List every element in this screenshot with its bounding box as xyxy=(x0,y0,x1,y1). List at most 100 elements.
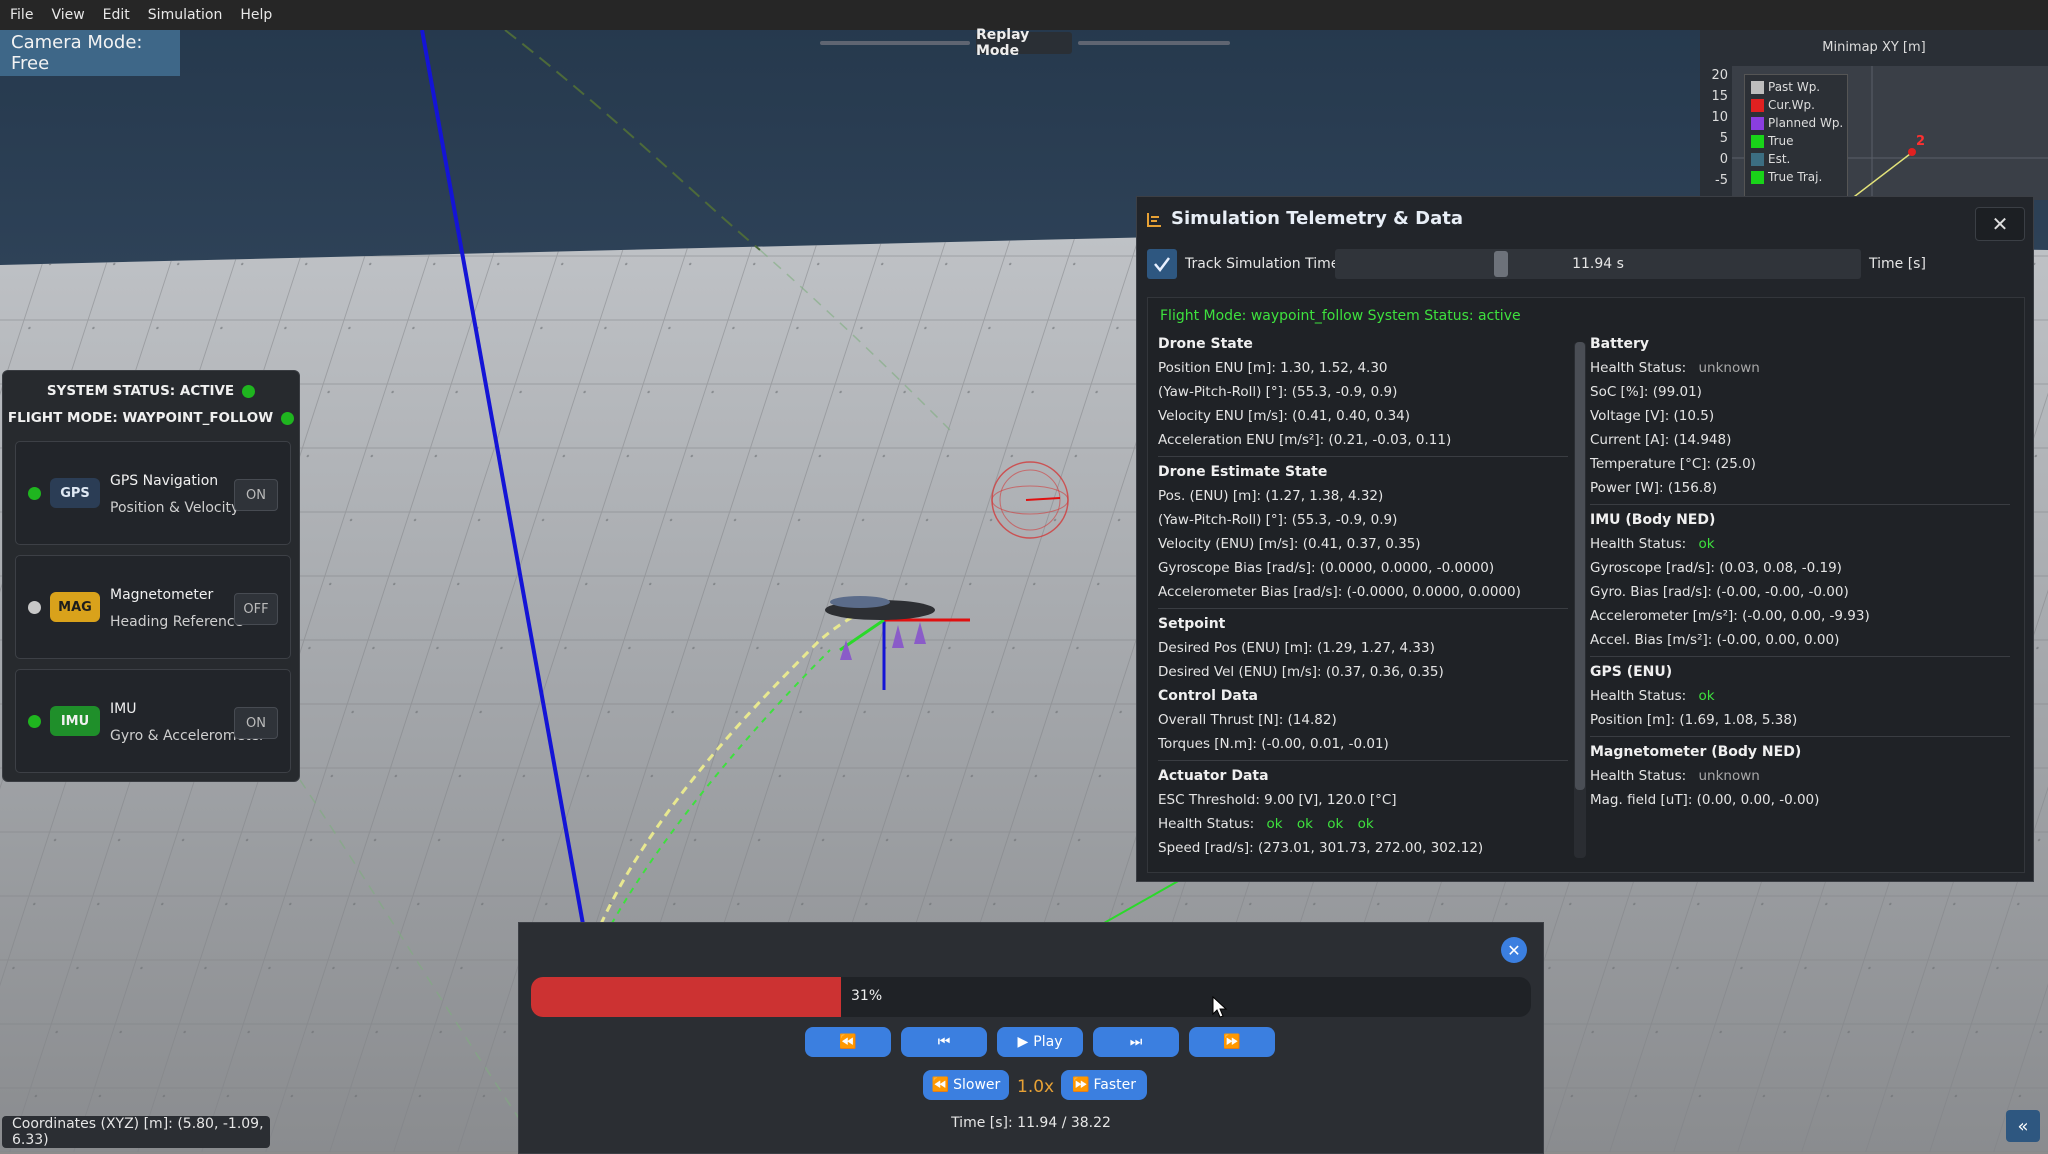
menu-simulation[interactable]: Simulation xyxy=(140,7,231,23)
sensor-toggle-button[interactable]: ON xyxy=(234,707,278,739)
gps-health-label: Health Status: xyxy=(1590,688,1687,704)
sensor-status-indicator xyxy=(28,487,41,500)
faster-icon: ⏩ xyxy=(1072,1077,1090,1093)
divider xyxy=(1158,608,1568,609)
sensor-toggle-button[interactable]: ON xyxy=(234,479,278,511)
menu-view[interactable]: View xyxy=(43,7,92,23)
gps-health-value: ok xyxy=(1698,688,1715,704)
playback-speed: 1.0x xyxy=(1017,1077,1055,1097)
time-slider-value: 11.94 s xyxy=(1572,256,1624,272)
minimap-legend-item: True xyxy=(1751,133,1794,149)
slower-label: Slower xyxy=(953,1077,1001,1093)
track-time-label: Track Simulation Time xyxy=(1185,256,1340,272)
slower-icon: ⏪ xyxy=(931,1077,950,1093)
replay-mode-label: Replay Mode xyxy=(976,27,1072,59)
imu-row: Gyro. Bias [rad/s]: (-0.00, -0.00, -0.00… xyxy=(1590,584,1849,600)
battery-row: Current [A]: (14.948) xyxy=(1590,432,1732,448)
step-forward-icon: ⏭ xyxy=(1129,1034,1143,1050)
replay-close-button[interactable]: ✕ xyxy=(1501,937,1527,963)
play-icon: ▶ xyxy=(1017,1034,1029,1050)
telemetry-scrollbar-thumb[interactable] xyxy=(1575,342,1585,790)
legend-swatch xyxy=(1751,116,1764,130)
drone-state-row: (Yaw-Pitch-Roll) [°]: (55.3, -0.9, 0.9) xyxy=(1158,384,1398,400)
divider xyxy=(1590,504,2010,505)
divider xyxy=(1158,760,1568,761)
menu-file[interactable]: File xyxy=(2,7,41,23)
imu-row: Gyroscope [rad/s]: (0.03, 0.08, -0.19) xyxy=(1590,560,1842,576)
minimap-y-tick: 15 xyxy=(1711,89,1728,104)
flight-mode-status-line: Flight Mode: waypoint_follow System Stat… xyxy=(1160,308,1521,324)
sensor-card-imu: IMU IMU Gyro & Accelerometer ON xyxy=(15,669,291,773)
minimap-waypoint-label: 2 xyxy=(1916,134,1926,149)
legend-label: Cur.Wp. xyxy=(1768,98,1815,112)
drone-estimate-row: Accelerometer Bias [rad/s]: (-0.0000, 0.… xyxy=(1158,584,1521,600)
imu-row: Accelerometer [m/s²]: (-0.00, 0.00, -9.9… xyxy=(1590,608,1870,624)
sensor-toggle-button[interactable]: OFF xyxy=(234,593,278,625)
minimap-legend-item: Est. xyxy=(1751,151,1790,167)
minimap-y-tick: -5 xyxy=(1715,173,1728,188)
replay-progress-label: 31% xyxy=(851,988,883,1004)
minimap[interactable]: Minimap XY [m] 2 20 15 10 5 0 -5 Past Wp… xyxy=(1700,30,2048,200)
time-slider[interactable]: 11.94 s xyxy=(1335,249,1861,279)
imu-health-label: Health Status: xyxy=(1590,536,1687,552)
system-status-line: SYSTEM STATUS: ACTIVE xyxy=(3,383,299,399)
sensor-name: GPS Navigation xyxy=(110,473,219,489)
imu-health-row: Health Status: ok xyxy=(1590,536,1715,552)
sensor-card-gps: GPS GPS Navigation Position & Velocity ON xyxy=(15,441,291,545)
checkmark-icon xyxy=(1154,257,1170,273)
minimap-y-tick: 20 xyxy=(1711,68,1728,83)
collapse-panel-button[interactable]: « xyxy=(2006,1110,2040,1142)
sensor-description: Heading Reference xyxy=(110,614,244,630)
telemetry-header[interactable]: Simulation Telemetry & Data ✕ xyxy=(1137,197,2033,241)
motor-speed-row: Speed [rad/s]: (273.01, 301.73, 272.00, … xyxy=(1158,840,1484,856)
menu-help[interactable]: Help xyxy=(232,7,280,23)
step-back-button[interactable]: ⏮ xyxy=(901,1027,987,1057)
system-status-panel: SYSTEM STATUS: ACTIVE FLIGHT MODE: WAYPO… xyxy=(2,370,300,782)
play-button[interactable]: ▶ Play xyxy=(997,1027,1083,1057)
drone-estimate-row: Gyroscope Bias [rad/s]: (0.0000, 0.0000,… xyxy=(1158,560,1495,576)
battery-row: Voltage [V]: (10.5) xyxy=(1590,408,1715,424)
camera-mode-button[interactable]: Camera Mode: Free xyxy=(0,30,180,76)
system-status-text: SYSTEM STATUS: ACTIVE xyxy=(46,383,235,399)
legend-label: Est. xyxy=(1768,152,1791,166)
fast-forward-button[interactable]: ⏩ xyxy=(1189,1027,1275,1057)
sensor-description: Position & Velocity xyxy=(110,500,240,516)
track-time-checkbox[interactable] xyxy=(1147,249,1177,279)
actuator-data-title: Actuator Data xyxy=(1158,768,1269,784)
rewind-button[interactable]: ⏪ xyxy=(805,1027,891,1057)
flight-mode-text: FLIGHT MODE: WAYPOINT_FOLLOW xyxy=(7,410,274,426)
slower-button[interactable]: ⏪ Slower xyxy=(923,1070,1009,1100)
telemetry-left-column[interactable]: Drone State Position ENU [m]: 1.30, 1.52… xyxy=(1158,336,1572,866)
legend-label: True xyxy=(1768,134,1794,148)
telemetry-right-column: Battery Health Status: unknown SoC [%]: … xyxy=(1590,336,2014,866)
control-data-row: Torques [N.m]: (-0.00, 0.01, -0.01) xyxy=(1158,736,1389,752)
minimap-legend-item: Cur.Wp. xyxy=(1751,97,1815,113)
legend-label: Planned Wp. xyxy=(1768,116,1844,130)
mag-health-label: Health Status: xyxy=(1590,768,1687,784)
control-data-row: Overall Thrust [N]: (14.82) xyxy=(1158,712,1337,728)
flight-mode-indicator xyxy=(281,411,295,425)
replay-mode-divider-right xyxy=(1078,41,1230,45)
replay-progress-bar[interactable]: 31% xyxy=(531,977,1531,1017)
sensor-badge: IMU xyxy=(50,706,100,736)
actuator-health-row: Health Status: ok ok ok ok xyxy=(1158,816,1374,832)
chart-icon xyxy=(1147,213,1161,227)
control-data-title: Control Data xyxy=(1158,688,1258,704)
faster-button[interactable]: ⏩ Faster xyxy=(1061,1070,1147,1100)
legend-swatch xyxy=(1751,170,1764,184)
minimap-legend-item: Past Wp. xyxy=(1751,79,1820,95)
step-forward-button[interactable]: ⏭ xyxy=(1093,1027,1179,1057)
imu-title: IMU (Body NED) xyxy=(1590,512,1716,528)
sensor-card-mag: MAG Magnetometer Heading Reference OFF xyxy=(15,555,291,659)
telemetry-scrollbar[interactable] xyxy=(1574,342,1586,858)
gps-health-row: Health Status: ok xyxy=(1590,688,1715,704)
battery-row: Power [W]: (156.8) xyxy=(1590,480,1718,496)
battery-health-row: Health Status: unknown xyxy=(1590,360,1760,376)
sensor-badge: GPS xyxy=(50,478,100,508)
sensor-status-indicator xyxy=(28,601,41,614)
menu-edit[interactable]: Edit xyxy=(95,7,138,23)
legend-label: Past Wp. xyxy=(1768,80,1821,94)
telemetry-close-button[interactable]: ✕ xyxy=(1975,207,2025,241)
battery-row: SoC [%]: (99.01) xyxy=(1590,384,1702,400)
battery-title: Battery xyxy=(1590,336,1650,352)
